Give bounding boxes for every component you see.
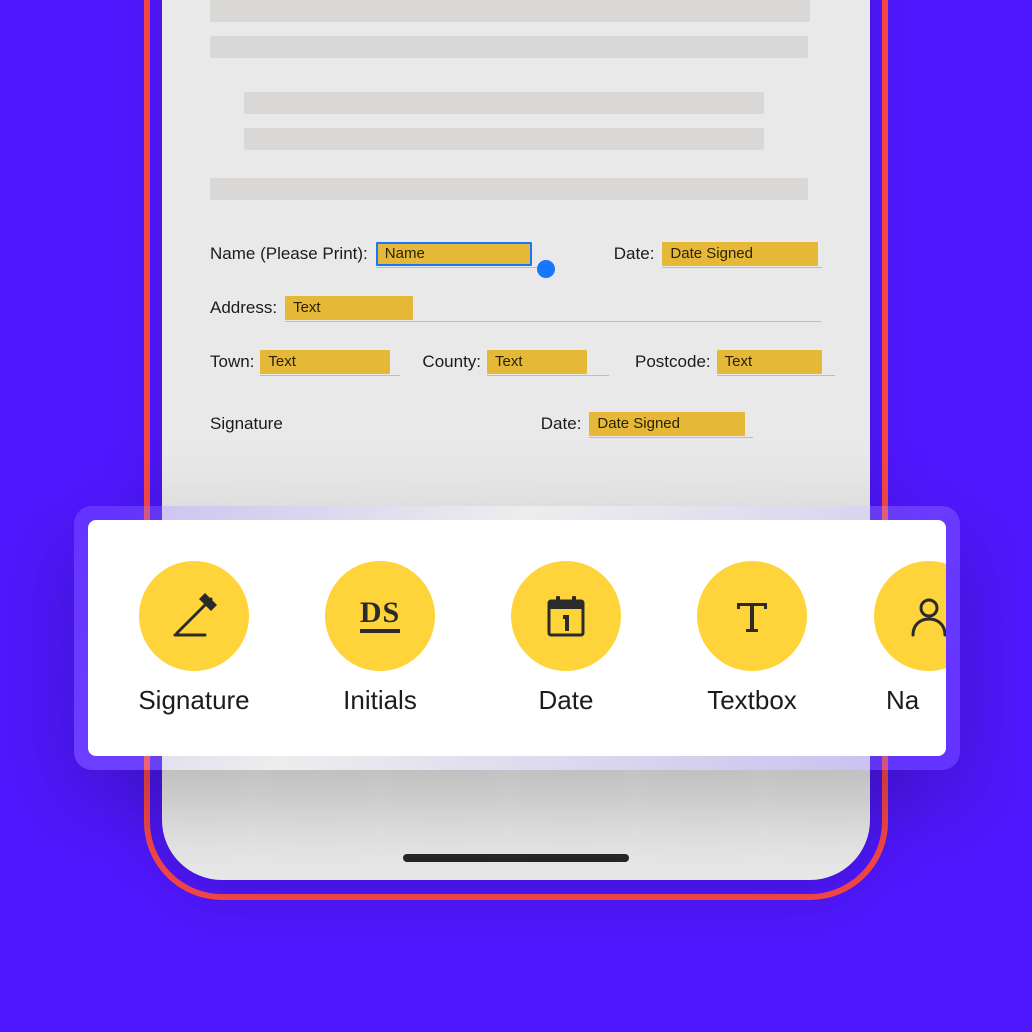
label-name: Name (Please Print): xyxy=(210,244,368,268)
field-toolbar[interactable]: Signature DS Initials xyxy=(88,520,946,756)
tool-label: Signature xyxy=(138,685,249,716)
placeholder-line xyxy=(244,92,764,114)
tool-label: Date xyxy=(539,685,594,716)
tool-signature[interactable]: Signature xyxy=(104,561,284,716)
tool-textbox[interactable]: Textbox xyxy=(662,561,842,716)
tool-label: Textbox xyxy=(707,685,797,716)
initials-icon: DS xyxy=(325,561,435,671)
home-indicator xyxy=(403,854,629,862)
pen-icon xyxy=(139,561,249,671)
field-postcode[interactable]: Text xyxy=(717,350,822,374)
field-address[interactable]: Text xyxy=(285,296,413,320)
stage: Name (Please Print): Name Date: Date Sig… xyxy=(0,0,1032,1032)
label-postcode: Postcode: xyxy=(635,352,711,376)
field-county[interactable]: Text xyxy=(487,350,587,374)
placeholder-line xyxy=(210,178,808,200)
label-date: Date: xyxy=(614,244,655,268)
document-canvas: Name (Please Print): Name Date: Date Sig… xyxy=(184,0,848,464)
selection-handle[interactable] xyxy=(537,260,555,278)
label-address: Address: xyxy=(210,298,277,322)
row-signature-date: Signature Date: Date Signed xyxy=(184,410,848,438)
placeholder-line xyxy=(210,0,810,22)
placeholder-line xyxy=(210,36,808,58)
form-area: Name (Please Print): Name Date: Date Sig… xyxy=(184,240,848,438)
row-address: Address: Text xyxy=(184,294,848,322)
field-date2[interactable]: Date Signed xyxy=(589,412,745,436)
field-date[interactable]: Date Signed xyxy=(662,242,818,266)
tool-name[interactable]: Na xyxy=(856,561,946,716)
tool-label: Na xyxy=(886,685,919,716)
label-signature: Signature xyxy=(210,414,283,438)
tool-date[interactable]: Date xyxy=(476,561,656,716)
row-name-date: Name (Please Print): Name Date: Date Sig… xyxy=(184,240,848,268)
calendar-icon xyxy=(511,561,621,671)
person-icon xyxy=(874,561,946,671)
label-town: Town: xyxy=(210,352,254,376)
placeholder-line xyxy=(244,128,764,150)
label-county: County: xyxy=(422,352,481,376)
tool-label: Initials xyxy=(343,685,417,716)
field-name[interactable]: Name xyxy=(376,242,532,266)
tool-initials[interactable]: DS Initials xyxy=(290,561,470,716)
field-toolbar-panel: Signature DS Initials xyxy=(74,506,960,770)
row-town-county-postcode: Town: Text County: Text Postcode: Text xyxy=(184,348,848,376)
label-date2: Date: xyxy=(541,414,582,438)
text-icon xyxy=(697,561,807,671)
field-town[interactable]: Text xyxy=(260,350,390,374)
